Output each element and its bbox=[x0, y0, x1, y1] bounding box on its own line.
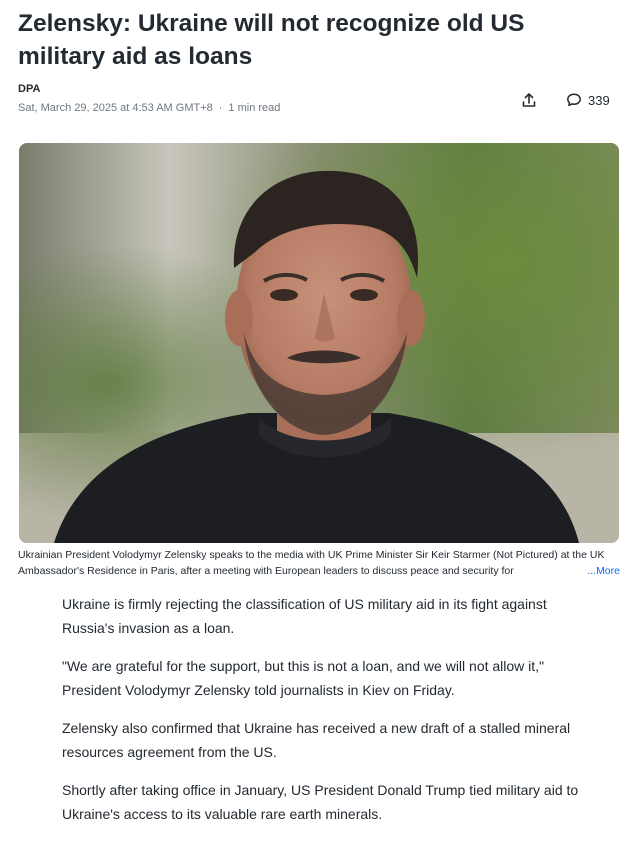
article-meta: Sat, March 29, 2025 at 4:53 AM GMT+8 · 1 m… bbox=[18, 102, 280, 114]
article-paragraph: Ukraine is firmly rejecting the classifi… bbox=[62, 596, 547, 636]
comment-count: 339 bbox=[588, 92, 610, 108]
share-icon bbox=[522, 93, 536, 107]
comments-button[interactable]: 339 bbox=[558, 85, 618, 115]
article-headline: Zelensky: Ukraine will not recognize old… bbox=[18, 10, 525, 70]
article-body: Ukraine is firmly rejecting the classifi… bbox=[62, 592, 582, 840]
meta-separator: · bbox=[218, 102, 223, 114]
publish-date: Sat, March 29, 2025 at 4:53 AM GMT+8 bbox=[18, 102, 213, 114]
author-name[interactable]: DPA bbox=[18, 83, 40, 95]
comment-icon bbox=[567, 93, 581, 107]
caption-more-link[interactable]: ...More bbox=[581, 563, 620, 579]
share-button[interactable] bbox=[514, 85, 544, 115]
caption-text: Ukrainian President Volodymyr Zelensky s… bbox=[18, 549, 605, 577]
photo-caption: Ukrainian President Volodymyr Zelensky s… bbox=[18, 547, 620, 579]
article-paragraph: "We are grateful for the support, but th… bbox=[62, 658, 545, 698]
article-paragraph: Zelensky also confirmed that Ukraine has… bbox=[62, 720, 571, 760]
article-photo bbox=[19, 143, 619, 543]
article-paragraph: Shortly after taking office in January, … bbox=[62, 782, 579, 822]
read-time: 1 min read bbox=[228, 102, 281, 114]
